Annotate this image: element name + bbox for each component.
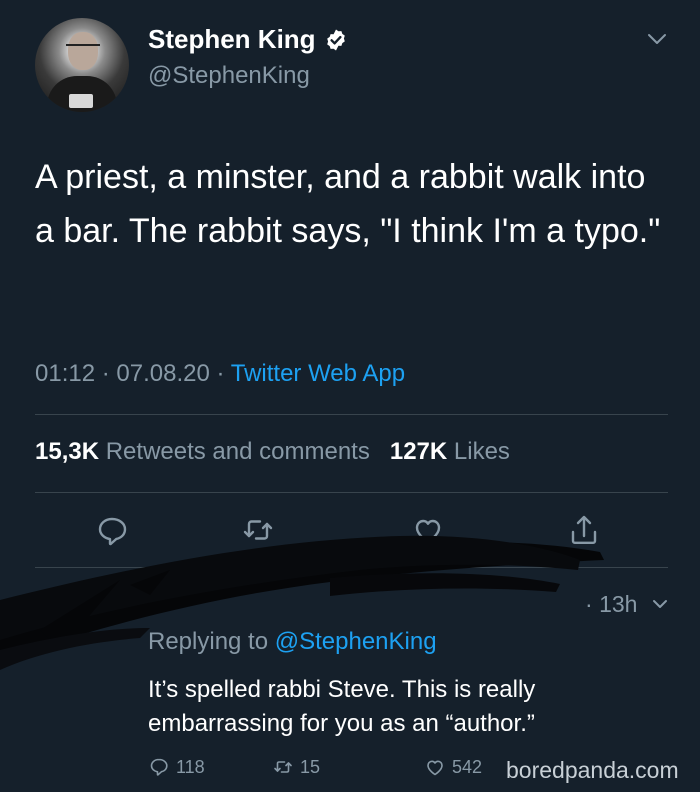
retweet-icon bbox=[274, 761, 292, 773]
reply-retweet-count: 15 bbox=[300, 756, 321, 777]
chevron-down-icon[interactable] bbox=[650, 594, 670, 614]
share-icon bbox=[571, 515, 597, 544]
replying-to-line: Replying to @StephenKing bbox=[148, 628, 437, 656]
heart-icon bbox=[415, 519, 441, 544]
author-name-row[interactable]: Stephen King bbox=[148, 24, 348, 55]
reply-bubble-icon bbox=[150, 758, 168, 776]
watermark: boredpanda.com bbox=[506, 757, 679, 783]
meta-separator: · bbox=[216, 360, 231, 387]
tweet-stats: 15,3K Retweets and comments 127K Likes bbox=[35, 438, 510, 466]
verified-badge-icon bbox=[326, 29, 345, 50]
reply-timestamp[interactable]: · 13h bbox=[585, 591, 637, 618]
like-button[interactable] bbox=[410, 512, 446, 548]
likes-count: 127K bbox=[389, 438, 448, 465]
reply-like-count: 542 bbox=[452, 756, 483, 777]
retweets-count: 15,3K bbox=[35, 438, 100, 465]
retweet-button[interactable] bbox=[240, 512, 276, 548]
tweet-card: Stephen King @StephenKing A priest, a mi… bbox=[0, 0, 700, 792]
chevron-down-icon[interactable] bbox=[644, 28, 670, 50]
reply-bubble-icon bbox=[98, 517, 127, 546]
meta-separator: · bbox=[101, 360, 117, 387]
retweet-icon bbox=[243, 520, 273, 540]
reply-retweet-button[interactable]: 15 bbox=[272, 756, 320, 778]
replying-to-mention[interactable]: @StephenKing bbox=[275, 628, 437, 655]
reply-text: It’s spelled rabbi Steve. This is really… bbox=[148, 676, 536, 737]
reply-reply-count: 118 bbox=[176, 756, 205, 777]
reply-like-button[interactable]: 542 bbox=[424, 756, 482, 778]
likes-stat[interactable]: 127K Likes bbox=[390, 438, 510, 465]
tweet-text: A priest, a minster, and a rabbit walk i… bbox=[35, 158, 661, 250]
retweets-stat[interactable]: 15,3K Retweets and comments bbox=[35, 438, 370, 465]
avatar[interactable] bbox=[35, 18, 129, 112]
tweet-date[interactable]: 07.08.20 bbox=[116, 360, 209, 387]
replying-to-label: Replying to bbox=[148, 628, 269, 655]
tweet-source[interactable]: Twitter Web App bbox=[231, 360, 405, 387]
divider bbox=[35, 492, 668, 493]
divider bbox=[35, 414, 668, 415]
divider bbox=[35, 567, 668, 568]
heart-icon bbox=[427, 760, 443, 776]
author-display-name[interactable]: Stephen King bbox=[148, 24, 316, 55]
reply-time-value: 13h bbox=[599, 591, 638, 617]
tweet-action-bar bbox=[0, 512, 700, 552]
tweet-time[interactable]: 01:12 bbox=[35, 360, 95, 387]
retweets-label: Retweets and comments bbox=[105, 438, 370, 465]
reply-button[interactable] bbox=[94, 512, 130, 548]
share-button[interactable] bbox=[566, 512, 602, 548]
likes-label: Likes bbox=[453, 438, 510, 465]
tweet-meta: 01:12 · 07.08.20 · Twitter Web App bbox=[35, 360, 405, 388]
reply-reply-button[interactable]: 118 bbox=[148, 756, 205, 778]
author-handle[interactable]: @StephenKing bbox=[148, 62, 310, 90]
